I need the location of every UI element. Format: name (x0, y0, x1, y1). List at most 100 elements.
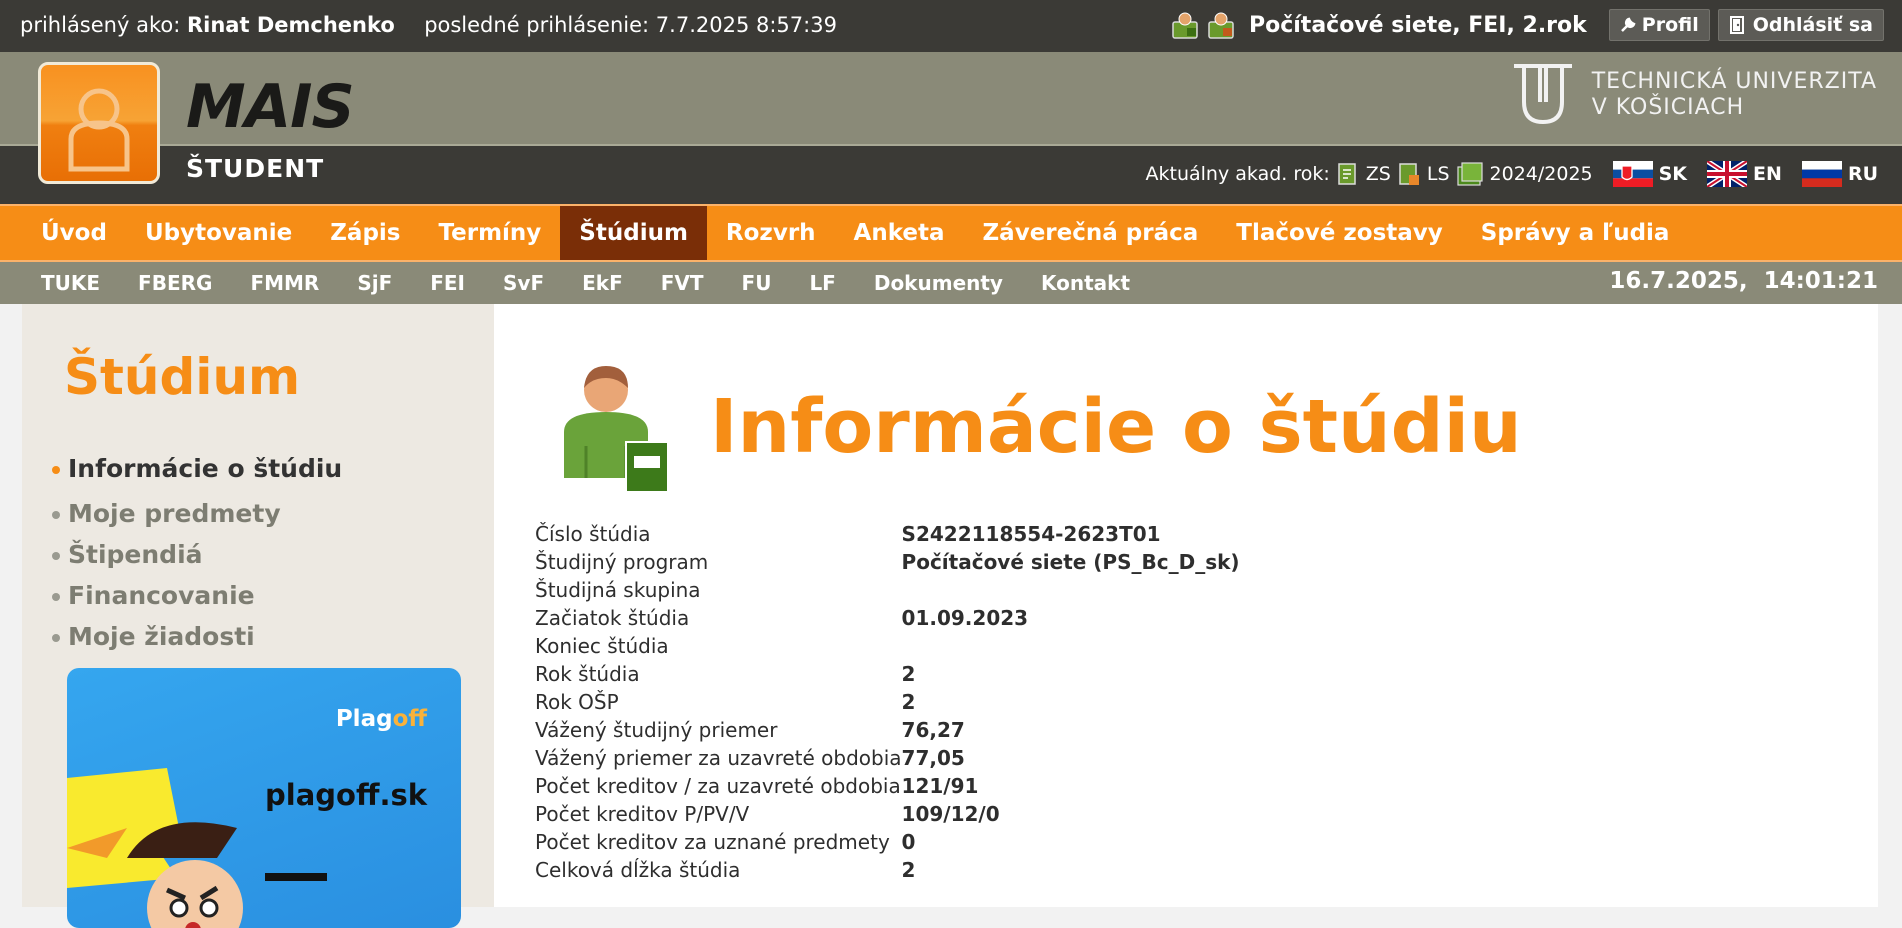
link-kontakt[interactable]: Kontakt (1022, 271, 1149, 295)
ad-divider (265, 873, 327, 881)
row-label: Študijná skupina (535, 578, 701, 602)
row-value: 0 (901, 830, 916, 854)
uk-flag-icon[interactable] (1707, 161, 1748, 187)
login-info: prihlásený ako: Rinat Demchenko posledné… (20, 13, 837, 37)
profile-button[interactable]: Profil (1608, 9, 1710, 41)
nav-terminy[interactable]: Termíny (420, 206, 561, 260)
faculty-link-ekf[interactable]: EkF (563, 271, 642, 295)
current-program[interactable]: Počítačové siete, FEI, 2.rok (1249, 13, 1587, 38)
row-value (902, 632, 1240, 660)
academic-year-value[interactable]: 2024/2025 (1490, 163, 1593, 185)
faculty-link-fu[interactable]: FU (723, 271, 791, 295)
faculty-link-fvt[interactable]: FVT (642, 271, 723, 295)
sidebar: Štúdium Informácie o štúdiu Moje predmet… (22, 304, 494, 928)
wrench-icon (1620, 17, 1636, 32)
row-value: 2 (901, 690, 916, 714)
sidebar-item-financovanie[interactable]: Financovanie (50, 581, 342, 622)
row-label: Rok štúdia (535, 662, 640, 686)
user-name: Rinat Demchenko (186, 13, 395, 37)
table-row: Študijná skupina (535, 576, 1240, 604)
sidebar-menu: Informácie o štúdiu Moje predmety Štipen… (50, 454, 342, 663)
header: MAIS ŠTUDENT TECHNICKÁ UNIVERZITA V KOŠI… (0, 52, 1902, 204)
faculty-link-fmmr[interactable]: FMMR (231, 271, 338, 295)
mais-logo-icon[interactable] (38, 62, 160, 184)
student-program-icon[interactable] (1207, 10, 1235, 40)
table-row: Číslo štúdia S2422118554-2623T01 (535, 520, 1240, 548)
row-value (902, 576, 1240, 604)
logout-button[interactable]: Odhlásiť sa (1717, 9, 1884, 41)
logged-as-label: prihlásený ako: (20, 13, 181, 37)
table-row: Celková dĺžka štúdia 2 (535, 856, 1240, 884)
study-info-table: Číslo štúdia S2422118554-2623T01 Študijný… (535, 520, 1240, 884)
academic-year-bar: Aktuálny akad. rok: ZS LS 2024/2025 SK E… (1146, 161, 1878, 187)
nav-studium[interactable]: Štúdium (560, 206, 707, 260)
nav-zaverecna-praca[interactable]: Záverečná práca (964, 206, 1218, 260)
sidebar-title: Štúdium (64, 348, 301, 406)
russian-flag-icon[interactable] (1801, 161, 1842, 187)
faculty-link-fberg[interactable]: FBERG (119, 271, 231, 295)
nav-tlacove-zostavy[interactable]: Tlačové zostavy (1217, 206, 1462, 260)
profile-label: Profil (1641, 14, 1699, 36)
table-row: Počet kreditov za uznané predmety 0 (535, 828, 1240, 856)
sidebar-item-informacie[interactable]: Informácie o štúdiu (50, 454, 342, 499)
row-value: 2 (901, 858, 916, 882)
table-row: Počet kreditov / za uzavreté obdobia 121/… (535, 772, 1240, 800)
row-label: Vážený priemer za uzavreté obdobia (535, 746, 902, 770)
table-row: Študijný program Počítačové siete (PS_Bc_… (535, 548, 1240, 576)
faculty-link-svf[interactable]: SvF (484, 271, 563, 295)
table-row: Rok štúdia 2 (535, 660, 1240, 688)
last-login-label: posledné prihlásenie: (424, 13, 650, 37)
lang-en[interactable]: EN (1753, 163, 1782, 185)
sidebar-item-moje-ziadosti[interactable]: Moje žiadosti (50, 622, 342, 663)
faculty-link-tuke[interactable]: TUKE (22, 271, 119, 295)
row-value: 01.09.2023 (901, 606, 1029, 630)
last-login-value: 7.7.2025 8:57:39 (655, 13, 837, 37)
ad-brand: Plagoff (335, 706, 427, 732)
row-value: 121/91 (901, 774, 979, 798)
row-value: 109/12/0 (901, 802, 1000, 826)
table-row: Vážený priemer za uzavreté obdobia 77,05 (535, 744, 1240, 772)
nav-anketa[interactable]: Anketa (835, 206, 964, 260)
lang-sk[interactable]: SK (1659, 163, 1687, 185)
link-dokumenty[interactable]: Dokumenty (855, 271, 1022, 295)
mais-logo-text: MAIS (186, 72, 355, 142)
summer-semester-icon[interactable] (1397, 161, 1421, 187)
row-label: Číslo štúdia (535, 522, 651, 546)
faculty-navigation: TUKE FBERG FMMR SjF FEI SvF EkF FVT FU L… (0, 262, 1902, 304)
logout-label: Odhlásiť sa (1752, 14, 1873, 36)
nav-uvod[interactable]: Úvod (22, 206, 126, 260)
tuke-logo-icon (1513, 64, 1572, 125)
sidebar-item-stipendia[interactable]: Štipendiá (50, 540, 342, 581)
table-row: Začiatok štúdia 01.09.2023 (535, 604, 1240, 632)
faculty-link-lf[interactable]: LF (790, 271, 854, 295)
academic-year-label: Aktuálny akad. rok: (1145, 163, 1330, 185)
nav-spravy-a-ludia[interactable]: Správy a ľudia (1462, 206, 1689, 260)
university-logo[interactable]: TECHNICKÁ UNIVERZITA V KOŠICIACH (1510, 62, 1877, 128)
header-subtitle: ŠTUDENT (186, 154, 325, 183)
university-name-line2: V KOŠICIACH (1591, 95, 1745, 120)
row-value: 76,27 (901, 718, 965, 742)
student-info-icon (564, 366, 669, 493)
row-label: Počet kreditov / za uzavreté obdobia (535, 774, 901, 798)
summer-semester-label[interactable]: LS (1427, 163, 1450, 185)
sidebar-item-moje-predmety[interactable]: Moje predmety (50, 499, 342, 540)
main-content: Informácie o štúdiu Číslo štúdia S2422118… (494, 304, 1878, 907)
plagoff-ad-banner[interactable]: Plagoff plagoff.sk (67, 668, 461, 928)
current-datetime: 16.7.2025, 14:01:21 (1609, 268, 1878, 294)
nav-zapis[interactable]: Zápis (311, 206, 419, 260)
calendar-book-icon[interactable] (1456, 161, 1484, 187)
winter-semester-icon[interactable] (1336, 161, 1360, 187)
row-label: Začiatok štúdia (535, 606, 690, 630)
row-value: Počítačové siete (PS_Bc_D_sk) (901, 550, 1240, 574)
slovak-flag-icon[interactable] (1612, 161, 1653, 187)
row-label: Rok OŠP (535, 690, 619, 714)
student-folder-icon[interactable] (1171, 10, 1199, 40)
lang-ru[interactable]: RU (1848, 163, 1878, 185)
row-label: Študijný program (535, 550, 709, 574)
faculty-link-fei[interactable]: FEI (411, 271, 484, 295)
row-label: Vážený študijný priemer (535, 718, 778, 742)
nav-rozvrh[interactable]: Rozvrh (707, 206, 835, 260)
faculty-link-sjf[interactable]: SjF (338, 271, 411, 295)
winter-semester-label[interactable]: ZS (1366, 163, 1391, 185)
nav-ubytovanie[interactable]: Ubytovanie (126, 206, 311, 260)
